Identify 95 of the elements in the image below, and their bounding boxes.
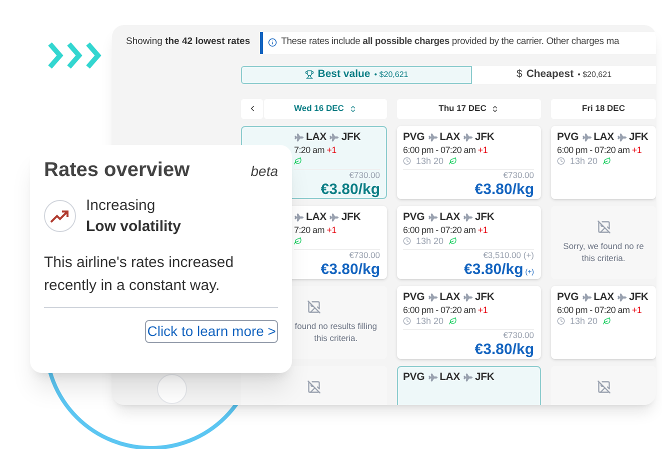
airport-code: LAX <box>594 130 614 144</box>
flight-times: 6:00 pm - 07:20 am +1 <box>403 304 488 316</box>
volatility-label: Low volatility <box>86 217 182 237</box>
airport-code: JFK <box>628 130 648 144</box>
airport-code: PVG <box>557 130 579 144</box>
airport-code: PVG <box>403 290 425 304</box>
plane-icon <box>426 210 438 224</box>
learn-more-link[interactable]: Click to learn more > <box>145 320 278 343</box>
airport-code: JFK <box>341 130 361 144</box>
airport-code: LAX <box>440 130 460 144</box>
plane-icon <box>461 130 474 144</box>
plane-icon <box>461 290 474 304</box>
flight-duration: 13h 20 <box>416 235 444 248</box>
no-results-icon <box>596 220 610 234</box>
airport-code: PVG <box>403 210 425 224</box>
trend-label: Increasing <box>86 196 156 216</box>
day-header[interactable]: Wed 16 DEC <box>264 98 387 119</box>
airport-code: LAX <box>440 290 460 304</box>
previous-day-button[interactable] <box>241 98 263 119</box>
plane-icon <box>426 290 438 304</box>
flight-times: 6:00 pm - 07:20 am +1 <box>403 144 488 156</box>
price-per-kg: €3.80/kg <box>474 340 534 358</box>
plane-icon <box>292 210 305 224</box>
plane-icon <box>580 290 592 304</box>
rate-card[interactable]: PVG LAX JFK <box>397 366 541 405</box>
airport-code: JFK <box>474 130 494 144</box>
results-summary: Showing the 42 lowest rates <box>126 35 250 50</box>
flight-duration: 13h 20 <box>416 315 444 328</box>
airport-code: LAX <box>306 130 326 144</box>
original-price: €730.00 <box>503 170 534 181</box>
airport-code: LAX <box>306 210 326 224</box>
flight-times: 6:00 pm - 07:20 am +1 <box>557 304 642 316</box>
original-price: €730.00 <box>349 250 380 261</box>
rate-card[interactable]: PVG LAX JFK 6:00 pm - 07:20 am +1 13h 20 €730.00 €3.80/kg <box>397 286 541 359</box>
popup-title: Rates overview <box>44 158 190 183</box>
rate-card[interactable]: PVG LAX JFK 6:00 pm - 07:20 am +1 13h 20 <box>551 126 656 199</box>
flight-times: 7:20 am +1 <box>294 144 336 156</box>
plane-icon <box>461 210 474 224</box>
clock-icon <box>557 157 565 166</box>
sort-tab[interactable]: Best value • $20,621 <box>241 66 472 84</box>
plane-icon <box>426 370 438 384</box>
no-results-icon <box>307 300 321 314</box>
no-results-icon <box>596 380 610 394</box>
clock-icon <box>403 237 411 246</box>
original-price: €3,510.00 (+) <box>483 250 534 261</box>
plane-icon <box>615 130 628 144</box>
original-price: €730.00 <box>349 170 380 181</box>
flight-duration: 13h 20 <box>570 315 598 328</box>
plane-icon <box>426 130 438 144</box>
airport-code: JFK <box>474 210 494 224</box>
plane-icon <box>580 130 592 144</box>
airport-code: LAX <box>440 370 460 384</box>
flight-times: 7:20 am +1 <box>294 224 336 236</box>
beta-label: beta <box>250 162 278 181</box>
day-header[interactable]: Fri 18 DEC <box>551 98 656 119</box>
trend-description: This airline's rates increased recently in a constant way. <box>44 253 235 296</box>
rate-card[interactable]: PVG LAX JFK 6:00 pm - 07:20 am +1 13h 20 €730.00 €3.80/kg <box>397 126 541 199</box>
plane-icon <box>615 290 628 304</box>
clock-icon <box>403 317 411 326</box>
plane-icon <box>328 130 340 144</box>
sort-icon <box>491 104 500 113</box>
airport-code: JFK <box>628 290 648 304</box>
flight-times: 6:00 pm - 07:20 am +1 <box>403 224 488 236</box>
airport-code: JFK <box>341 210 361 224</box>
info-icon <box>268 38 278 47</box>
price-per-kg: €3.80/kg <box>320 260 380 278</box>
clock-icon <box>403 157 411 166</box>
airport-code: JFK <box>474 290 494 304</box>
flight-duration: 13h 20 <box>570 155 598 168</box>
rate-card[interactable]: PVG LAX JFK 6:00 pm - 07:20 am +1 13h 20 <box>551 286 656 359</box>
airport-code: JFK <box>474 370 494 384</box>
no-results-icon <box>307 380 321 394</box>
airport-code: LAX <box>440 210 460 224</box>
flight-times: 6:00 pm - 07:20 am +1 <box>557 144 642 156</box>
plane-icon <box>461 370 474 384</box>
original-price: €730.00 <box>503 330 534 341</box>
sort-tab[interactable]: $ Cheapest • $20,621 <box>472 66 656 84</box>
airport-code: LAX <box>594 290 614 304</box>
plane-icon <box>328 210 340 224</box>
airport-code: PVG <box>557 290 579 304</box>
flight-duration: 13h 20 <box>416 155 444 168</box>
trend-up-icon <box>44 200 76 232</box>
day-header[interactable]: Thu 17 DEC <box>397 98 541 119</box>
info-message: These rates include all possible charges provided by the carrier. Other charges ma <box>281 35 620 50</box>
no-results-message: Sorry, we found no re this criteria. <box>563 240 644 264</box>
sort-icon <box>348 104 357 113</box>
price-per-kg: €3.80/kg <box>474 180 534 198</box>
price-per-kg: €3.80/kg <box>320 180 380 198</box>
plane-icon <box>292 130 305 144</box>
price-per-kg: €3.80/kg <box>464 260 524 278</box>
no-results-message: found no results filling this criteria. <box>294 320 378 344</box>
airport-code: PVG <box>403 130 425 144</box>
trophy-icon <box>304 70 314 80</box>
airport-code: PVG <box>403 370 425 384</box>
clock-icon <box>557 317 565 326</box>
